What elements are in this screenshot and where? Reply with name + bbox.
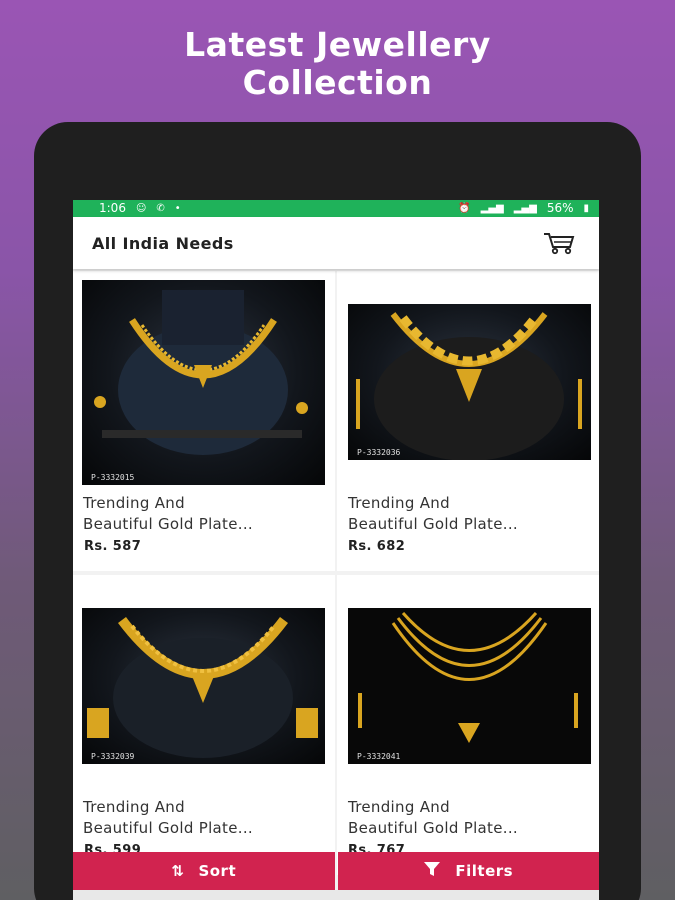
product-name-line2: Beautiful Gold Plate... [348,515,518,533]
product-grid: P-3332015 Trending And Beautiful Gold Pl… [73,271,599,875]
status-bar: 1:06 ☺ ✆ • ⏰ ▂▄▆ ▂▄▆ 56% ▮ [73,200,599,217]
product-card[interactable]: P-3332041 Trending And Beautiful Gold Pl… [337,575,599,875]
product-name-line1: Trending And [348,798,450,816]
product-price: Rs. 587 [84,539,142,554]
battery-icon: ▮ [583,203,589,214]
dot-icon: • [174,203,181,214]
product-name[interactable]: Trending And Beautiful Gold Plate... [83,797,323,839]
product-name-line2: Beautiful Gold Plate... [83,515,253,533]
product-code: P-3332039 [91,752,135,761]
app-title: All India Needs [92,233,234,253]
product-name[interactable]: Trending And Beautiful Gold Plate... [83,493,323,535]
bottom-strip [73,890,599,900]
product-name-line2: Beautiful Gold Plate... [348,819,518,837]
product-image[interactable]: P-3332036 [348,304,591,460]
product-name-line1: Trending And [83,494,185,512]
filter-funnel-icon [423,861,441,881]
whatsapp-icon: ✆ [156,203,165,214]
product-image[interactable]: P-3332041 [348,608,591,764]
product-name-line1: Trending And [348,494,450,512]
product-code: P-3332036 [357,448,401,457]
signal-icon-2: ▂▄▆ [513,203,537,214]
sort-label: Sort [198,862,237,880]
bottom-action-bar: ⇅ Sort Filters [73,852,599,890]
product-image[interactable]: P-3332039 [82,608,325,764]
status-time: 1:06 [99,201,126,215]
product-code: P-3332041 [357,752,401,761]
filters-label: Filters [455,862,514,880]
app-bar: All India Needs [73,217,599,269]
promo-title-line1: Latest Jewellery [184,25,491,64]
filters-button[interactable]: Filters [337,852,599,890]
cart-icon[interactable] [541,229,577,257]
sort-button[interactable]: ⇅ Sort [73,852,335,890]
signal-icon: ▂▄▆ [480,203,504,214]
sort-icon: ⇅ [171,862,185,880]
product-name-line1: Trending And [83,798,185,816]
product-price: Rs. 682 [348,539,406,554]
product-name[interactable]: Trending And Beautiful Gold Plate... [348,797,588,839]
app-screen: 1:06 ☺ ✆ • ⏰ ▂▄▆ ▂▄▆ 56% ▮ All India Nee… [73,200,599,900]
product-card[interactable]: P-3332039 Trending And Beautiful Gold Pl… [73,575,335,875]
promo-title-line2: Collection [242,63,433,102]
product-name[interactable]: Trending And Beautiful Gold Plate... [348,493,588,535]
battery-percent: 56% [546,201,574,215]
product-card[interactable]: P-3332015 Trending And Beautiful Gold Pl… [73,271,335,571]
alarm-icon: ⏰ [458,203,471,214]
product-code: P-3332015 [91,473,135,482]
promo-title: Latest Jewellery Collection [0,26,675,102]
product-card[interactable]: P-3332036 Trending And Beautiful Gold Pl… [337,271,599,571]
product-name-line2: Beautiful Gold Plate... [83,819,253,837]
notification-icon: ☺ [135,203,147,214]
product-image[interactable]: P-3332015 [82,280,325,485]
